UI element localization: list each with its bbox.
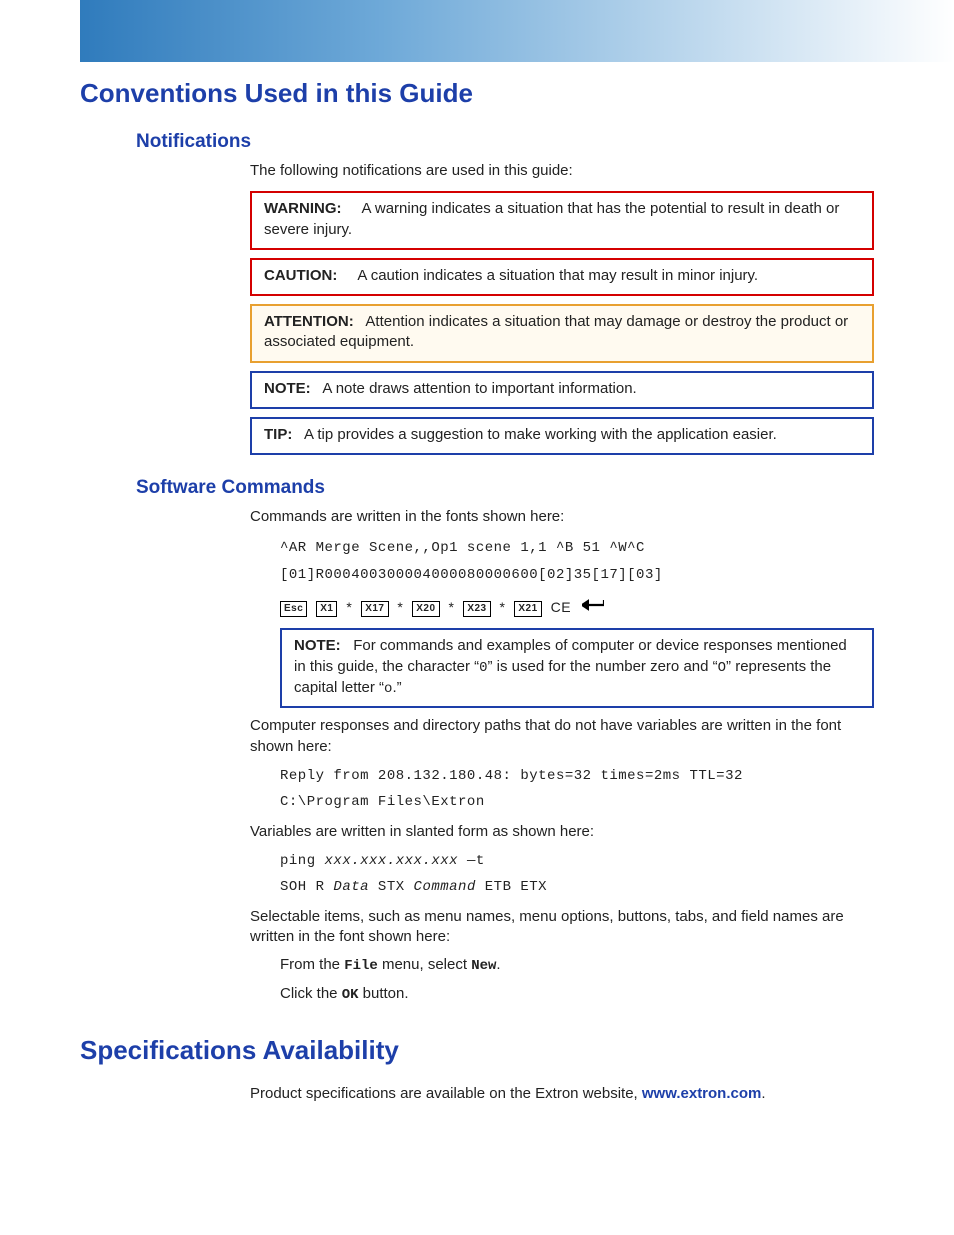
page-content: Conventions Used in this Guide Notificat… — [0, 78, 954, 1152]
top-bar — [0, 0, 954, 62]
heading-specifications: Specifications Availability — [80, 1035, 874, 1066]
enter-arrow-icon — [582, 597, 604, 619]
var2b: Data — [333, 879, 369, 895]
caution-box: CAUTION: A caution indicates a situation… — [250, 258, 874, 296]
zero-char: 0 — [479, 660, 487, 676]
var2c: STX — [369, 879, 414, 895]
var2e: ETB ETX — [476, 879, 547, 895]
heading-software-commands: Software Commands — [136, 477, 874, 499]
x21-key: X21 — [514, 601, 541, 617]
star: * — [500, 599, 506, 615]
sel1a: From the — [280, 956, 344, 973]
specs-text: Product specifications are available on … — [250, 1084, 874, 1104]
heading-notifications: Notifications — [136, 131, 874, 153]
star: * — [346, 599, 352, 615]
x20-key: X20 — [412, 601, 439, 617]
specs-dot: . — [761, 1085, 765, 1102]
variable-example-1: ping xxx.xxx.xxx.xxx —t — [280, 850, 874, 872]
command-example-1: ^AR Merge Scene,,Op1 scene 1,1 ^B 51 ^W^… — [280, 537, 874, 559]
x17-key: X17 — [361, 601, 388, 617]
note-text: A note draws attention to important info… — [322, 380, 636, 397]
var1b: xxx.xxx.xxx.xxx — [325, 853, 459, 869]
sel1e: . — [496, 956, 500, 973]
attention-label: ATTENTION: — [264, 313, 354, 330]
star: * — [448, 599, 454, 615]
tip-label: TIP: — [264, 426, 292, 443]
sel2a: Click the — [280, 985, 342, 1002]
response-example-2: C:\Program Files\Extron — [280, 791, 874, 813]
var1a: ping — [280, 853, 325, 869]
tip-text: A tip provides a suggestion to make work… — [304, 426, 777, 443]
ce-text: CE — [551, 599, 571, 615]
warning-box: WARNING: A warning indicates a situation… — [250, 191, 874, 250]
x1-key: X1 — [316, 601, 337, 617]
sel2c: button. — [359, 985, 409, 1002]
var2d: Command — [414, 879, 476, 895]
x23-key: X23 — [463, 601, 490, 617]
keycap-line: Esc X1 * X17 * X20 * X23 * X21 CE — [280, 596, 874, 620]
var1c: —t — [458, 853, 485, 869]
new-option: New — [471, 958, 496, 974]
file-menu: File — [344, 958, 378, 974]
note-label: NOTE: — [264, 380, 311, 397]
variables-intro: Variables are written in slanted form as… — [250, 822, 874, 842]
selectable-example-2: Click the OK button. — [280, 984, 874, 1005]
note-box: NOTE: A note draws attention to importan… — [250, 371, 874, 409]
caution-text: A caution indicates a situation that may… — [357, 267, 758, 284]
software-note-box: NOTE: For commands and examples of compu… — [280, 628, 874, 708]
variable-example-2: SOH R Data STX Command ETB ETX — [280, 876, 874, 898]
tip-box: TIP: A tip provides a suggestion to make… — [250, 417, 874, 455]
selectable-example-1: From the File menu, select New. — [280, 955, 874, 976]
sel1c: menu, select — [378, 956, 471, 973]
notifications-intro: The following notifications are used in … — [250, 161, 874, 181]
ok-button-label: OK — [342, 987, 359, 1003]
command-example-2: [01]R000400300004000080000600[02]35[17][… — [280, 564, 874, 586]
software-note-text-d: .” — [392, 679, 401, 696]
star: * — [397, 599, 403, 615]
response-intro: Computer responses and directory paths t… — [250, 716, 874, 757]
attention-box: ATTENTION: Attention indicates a situati… — [250, 304, 874, 363]
extron-link[interactable]: www.extron.com — [642, 1085, 761, 1102]
warning-label: WARNING: — [264, 200, 342, 217]
response-example-1: Reply from 208.132.180.48: bytes=32 time… — [280, 765, 874, 787]
caution-label: CAUTION: — [264, 267, 337, 284]
esc-key: Esc — [280, 601, 307, 617]
software-intro: Commands are written in the fonts shown … — [250, 507, 874, 527]
o-char: O — [718, 660, 726, 676]
selectable-intro: Selectable items, such as menu names, me… — [250, 907, 874, 948]
software-note-label: NOTE: — [294, 637, 341, 654]
specs-text-a: Product specifications are available on … — [250, 1085, 642, 1102]
warning-text: A warning indicates a situation that has… — [264, 200, 839, 237]
heading-conventions: Conventions Used in this Guide — [80, 78, 874, 109]
var2a: SOH R — [280, 879, 333, 895]
software-note-text-b: ” is used for the number zero and “ — [488, 658, 718, 675]
